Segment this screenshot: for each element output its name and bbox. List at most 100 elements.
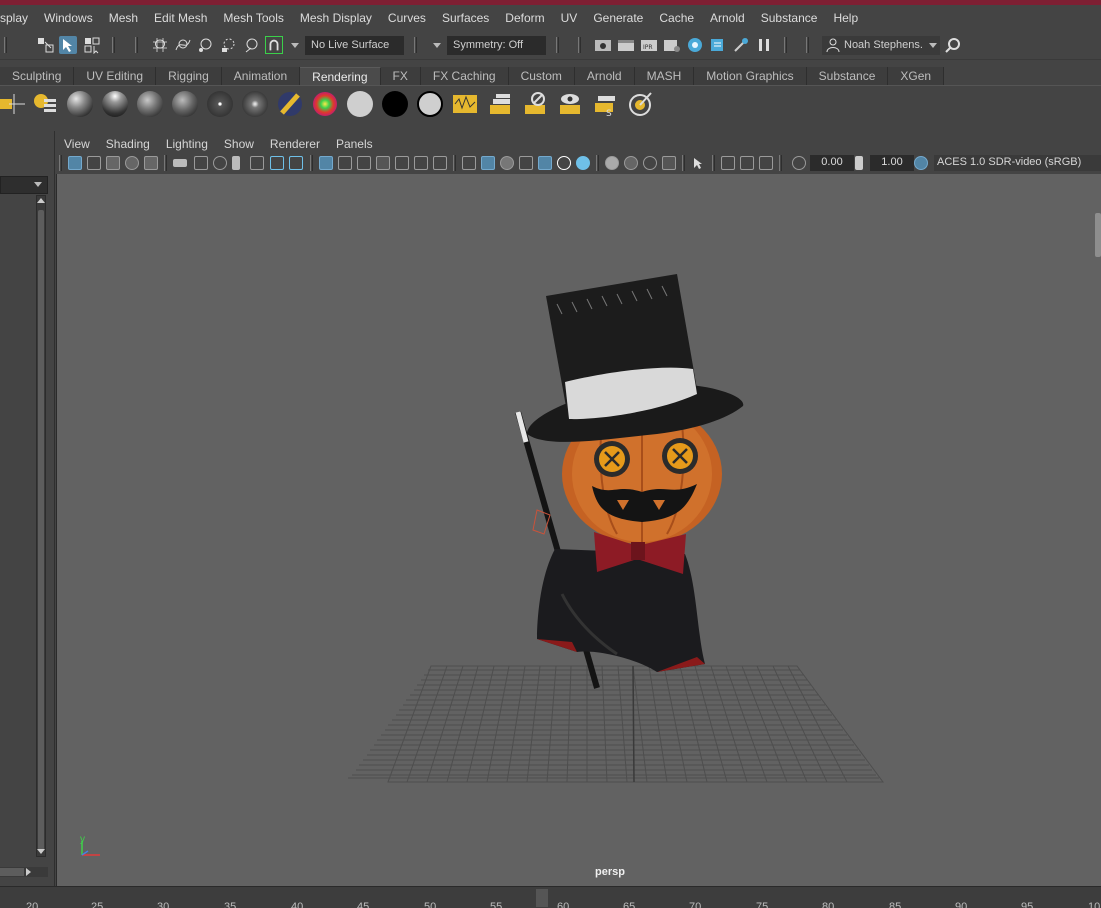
show-batch-render-icon[interactable] (557, 91, 583, 117)
grid-icon[interactable] (319, 156, 333, 170)
menu-cache[interactable]: Cache (651, 11, 702, 25)
menu-mesh[interactable]: Mesh (101, 11, 146, 25)
hypershade-icon[interactable] (686, 36, 704, 54)
cancel-batch-render-icon[interactable] (522, 91, 548, 117)
render-setup-icon[interactable] (709, 36, 727, 54)
film-gate-overlay-icon[interactable] (338, 156, 352, 170)
menu-panels[interactable]: Panels (328, 137, 381, 151)
tab-arnold[interactable]: Arnold (574, 67, 635, 85)
gamma-field[interactable]: 1.00 (870, 155, 914, 171)
menu-help[interactable]: Help (825, 11, 866, 25)
field-chart-overlay-icon[interactable] (395, 156, 409, 170)
bookmarks-icon[interactable] (106, 156, 120, 170)
render-sequence-icon[interactable] (452, 91, 478, 117)
white-swatch-icon[interactable] (347, 91, 373, 117)
batch-render-icon[interactable] (487, 91, 513, 117)
render-diagnostics-icon[interactable] (627, 91, 653, 117)
menu-substance[interactable]: Substance (753, 11, 826, 25)
tab-fx-caching[interactable]: FX Caching (420, 67, 509, 85)
time-slider[interactable]: 20 25 30 35 40 45 50 55 60 65 70 75 80 8… (0, 886, 1101, 908)
render-current-frame-icon[interactable] (617, 36, 635, 54)
menu-curves[interactable]: Curves (380, 11, 434, 25)
tab-xgen[interactable]: XGen (888, 67, 945, 85)
viewport-scroll-handle[interactable] (1095, 213, 1101, 257)
anisotropic-shader-icon[interactable] (207, 91, 233, 117)
tab-fx[interactable]: FX (380, 67, 421, 85)
tab-custom[interactable]: Custom (508, 67, 575, 85)
snap-magnet-icon[interactable] (265, 36, 283, 54)
chevron-down-icon[interactable] (34, 182, 42, 187)
image-plane-icon[interactable] (125, 156, 139, 170)
gray-swatch-icon[interactable] (417, 91, 443, 117)
gate-mask-icon[interactable] (232, 156, 240, 170)
layered-shader-icon[interactable] (277, 91, 303, 117)
chevron-down-icon[interactable] (291, 43, 299, 48)
chevron-down-icon[interactable] (929, 43, 937, 48)
snap-to-curve-icon[interactable] (174, 36, 192, 54)
ipr-render-icon[interactable]: IPR (640, 36, 658, 54)
menu-arnold[interactable]: Arnold (702, 11, 753, 25)
gate-mask-overlay-icon[interactable] (376, 156, 390, 170)
select-by-component-icon[interactable] (83, 36, 101, 54)
menu-shading[interactable]: Shading (98, 137, 158, 151)
wireframe-icon[interactable] (462, 156, 476, 170)
light-editor-icon[interactable] (732, 36, 750, 54)
current-time-marker[interactable] (536, 889, 548, 907)
phong-shader-icon[interactable] (102, 91, 128, 117)
ramp-shader-icon[interactable] (242, 91, 268, 117)
menu-display[interactable]: splay (0, 11, 36, 25)
color-management-toggle-icon[interactable] (914, 156, 928, 170)
multisample-antialiasing-icon[interactable] (624, 156, 638, 170)
ai-standard-surface-icon[interactable] (312, 91, 338, 117)
smooth-shade-all-icon[interactable] (481, 156, 495, 170)
tab-substance[interactable]: Substance (806, 67, 889, 85)
tab-rigging[interactable]: Rigging (156, 67, 222, 85)
black-swatch-icon[interactable] (382, 91, 408, 117)
use-all-lights-icon[interactable] (538, 156, 552, 170)
resolution-gate-icon[interactable] (213, 156, 227, 170)
scrollbar-thumb[interactable] (38, 210, 44, 850)
render-script-icon[interactable]: S (592, 91, 618, 117)
tab-animation[interactable]: Animation (221, 67, 301, 85)
blinn-shader-icon[interactable] (67, 91, 93, 117)
panel-dropdown[interactable] (0, 176, 48, 194)
two-d-pan-zoom-icon[interactable] (144, 156, 158, 170)
select-by-hierarchy-icon[interactable] (37, 36, 55, 54)
safe-action-overlay-icon[interactable] (414, 156, 428, 170)
chevron-down-icon[interactable] (433, 43, 441, 48)
live-surface-field[interactable]: No Live Surface (305, 36, 404, 55)
tab-motion-graphics[interactable]: Motion Graphics (694, 67, 807, 85)
tab-mash[interactable]: MASH (634, 67, 695, 85)
horizontal-scrollbar[interactable] (0, 866, 48, 878)
exposure-icon[interactable] (792, 156, 806, 170)
surface-shader-icon[interactable] (172, 91, 198, 117)
motion-blur-icon[interactable] (605, 156, 619, 170)
viewport-3d-scene[interactable] (57, 174, 1101, 886)
field-chart-icon[interactable] (250, 156, 264, 170)
symmetry-dropdown[interactable]: Symmetry: Off (447, 36, 546, 55)
menu-renderer[interactable]: Renderer (262, 137, 328, 151)
snap-to-view-plane-icon[interactable] (220, 36, 238, 54)
tab-rendering[interactable]: Rendering (300, 67, 381, 85)
textured-icon[interactable] (519, 156, 533, 170)
scroll-up-icon[interactable] (37, 197, 45, 205)
screen-space-ao-icon[interactable] (576, 156, 590, 170)
menu-mesh-display[interactable]: Mesh Display (292, 11, 380, 25)
isolate-select-icon[interactable] (662, 156, 676, 170)
tab-uv-editing[interactable]: UV Editing (74, 67, 157, 85)
lambert-shader-icon[interactable] (137, 91, 163, 117)
camera-icon[interactable] (0, 91, 26, 117)
xray-joints-icon[interactable] (721, 156, 735, 170)
vertical-scrollbar[interactable] (36, 195, 46, 857)
select-by-object-icon[interactable] (59, 36, 77, 54)
exposure-field[interactable]: 0.00 (810, 155, 854, 171)
pause-viewport-icon[interactable] (755, 36, 773, 54)
camera-attributes-icon[interactable] (87, 156, 101, 170)
menu-generate[interactable]: Generate (585, 11, 651, 25)
search-help-icon[interactable] (944, 36, 962, 54)
safe-title-icon[interactable] (289, 156, 303, 170)
safe-action-icon[interactable] (270, 156, 284, 170)
menu-surfaces[interactable]: Surfaces (434, 11, 497, 25)
resolution-overlay-icon[interactable] (357, 156, 371, 170)
scroll-down-icon[interactable] (37, 847, 45, 855)
